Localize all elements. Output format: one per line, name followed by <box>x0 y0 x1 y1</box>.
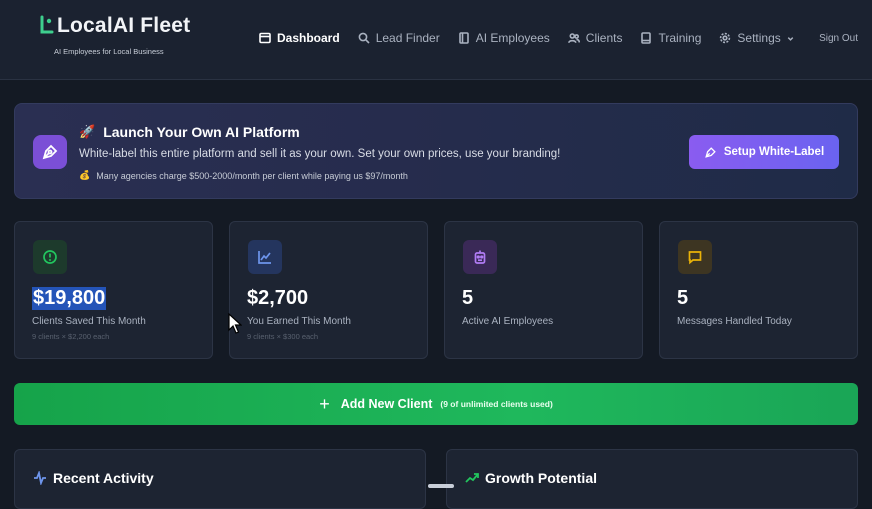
chart-line-icon <box>258 251 271 264</box>
activity-icon <box>34 471 46 485</box>
nav-label: Lead Finder <box>375 31 440 45</box>
add-new-client-button[interactable]: + Add New Client (9 of unlimited clients… <box>14 383 858 425</box>
stat-subtext: 9 clients × $300 each <box>247 332 319 341</box>
stat-card-active-ai-employees: 5 Active AI Employees <box>444 221 643 359</box>
brand-tagline: AI Employees for Local Business <box>54 47 164 56</box>
sign-out-link[interactable]: Sign Out <box>819 33 858 44</box>
layout-icon <box>259 32 271 44</box>
stat-card-messages-handled: 5 Messages Handled Today <box>659 221 858 359</box>
nav-settings[interactable]: Settings <box>719 31 794 45</box>
nav-dashboard[interactable]: Dashboard <box>259 31 340 45</box>
panel-title-text: Recent Activity <box>53 470 154 486</box>
banner-icon-box <box>33 135 67 169</box>
top-navigation-bar: LocalAI Fleet AI Employees for Local Bus… <box>0 0 872 80</box>
card-icon-box <box>248 240 282 274</box>
nav-training[interactable]: Training <box>640 31 701 45</box>
stat-value: $2,700 <box>247 287 309 309</box>
client-usage-count: (9 of unlimited clients used) <box>440 399 553 409</box>
banner-title: 🚀 Launch Your Own AI Platform <box>79 124 300 140</box>
nav-label: Dashboard <box>277 31 340 45</box>
banner-description: White-label this entire platform and sel… <box>79 148 561 160</box>
banner-title-text: Launch Your Own AI Platform <box>103 124 300 140</box>
card-icon-box <box>463 240 497 274</box>
card-icon-box <box>678 240 712 274</box>
nav-lead-finder[interactable]: Lead Finder <box>358 31 440 45</box>
white-label-banner: 🚀 Launch Your Own AI Platform White-labe… <box>14 103 858 199</box>
nav-label: Settings <box>737 31 781 45</box>
stat-value: 5 <box>462 287 474 309</box>
money-bag-icon: 💰 <box>79 170 91 180</box>
pen-tool-icon <box>42 144 58 160</box>
recent-activity-panel: Recent Activity <box>14 449 426 509</box>
logo-icon <box>40 15 54 34</box>
robot-icon <box>474 250 486 264</box>
book-icon <box>641 32 652 44</box>
clock-icon <box>43 250 57 264</box>
message-icon <box>688 251 702 265</box>
stat-label: Active AI Employees <box>462 316 554 327</box>
stat-card-you-earned: $2,700 You Earned This Month 9 clients ×… <box>229 221 428 359</box>
panel-title: Recent Activity <box>33 470 154 486</box>
search-icon <box>358 32 370 44</box>
stat-value: 5 <box>677 287 689 309</box>
gear-icon <box>720 32 731 44</box>
rocket-icon: 🚀 <box>79 124 96 139</box>
setup-white-label-label: Setup White-Label <box>723 146 825 158</box>
banner-note: 💰 Many agencies charge $500-2000/month p… <box>79 170 408 181</box>
nav-ai-employees[interactable]: AI Employees <box>458 31 550 45</box>
nav-clients[interactable]: Clients <box>567 31 623 45</box>
pen-tool-icon <box>705 146 716 158</box>
document-icon <box>458 32 469 44</box>
nav-label: AI Employees <box>475 31 550 45</box>
setup-white-label-button[interactable]: Setup White-Label <box>689 135 839 169</box>
trending-up-icon <box>465 473 479 483</box>
mouse-cursor-icon <box>228 313 242 334</box>
brand-title: LocalAI Fleet <box>38 14 198 38</box>
add-client-label: Add New Client <box>340 397 433 411</box>
panel-title: Growth Potential <box>465 470 597 486</box>
brand-name: LocalAI Fleet <box>57 14 191 37</box>
stat-subtext: 9 clients × $2,200 each <box>32 332 110 341</box>
stat-label: Messages Handled Today <box>677 316 792 327</box>
nav-label: Clients <box>585 31 623 45</box>
scrollbar-thumb[interactable] <box>428 484 454 488</box>
stat-label: Clients Saved This Month <box>32 316 146 327</box>
stat-card-clients-saved: $19,800 Clients Saved This Month 9 clien… <box>14 221 213 359</box>
brand[interactable]: LocalAI Fleet AI Employees for Local Bus… <box>38 14 198 56</box>
banner-note-text: Many agencies charge $500-2000/month per… <box>96 170 408 181</box>
chevron-down-icon <box>787 36 794 41</box>
plus-icon: + <box>319 394 330 414</box>
stat-label: You Earned This Month <box>247 316 351 327</box>
panel-title-text: Growth Potential <box>485 470 597 486</box>
growth-potential-panel: Growth Potential <box>446 449 858 509</box>
nav-label: Training <box>658 31 702 45</box>
users-icon <box>567 33 580 44</box>
card-icon-box <box>33 240 67 274</box>
main-nav: Dashboard Lead Finder AI Employees Clien… <box>259 31 813 45</box>
stat-value: $19,800 <box>32 287 107 310</box>
